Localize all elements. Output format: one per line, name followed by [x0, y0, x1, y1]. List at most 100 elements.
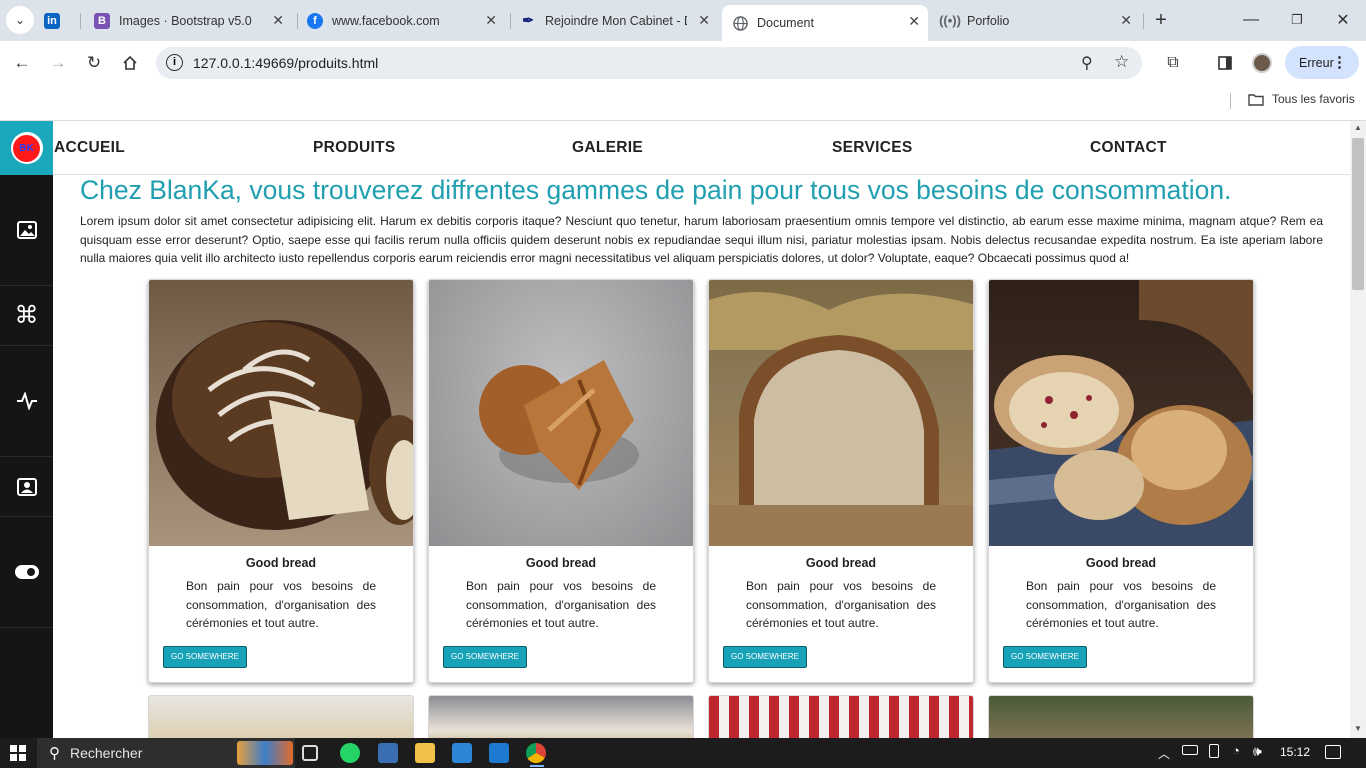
wifi-icon[interactable]: ◔ [1232, 743, 1240, 758]
home-icon [123, 55, 137, 70]
tab-title: Document [757, 16, 814, 30]
tab-portfolio[interactable]: ((•)) Porfolio ✕ [934, 6, 1140, 35]
bread-image [709, 280, 973, 546]
close-tab-icon[interactable]: ✕ [908, 13, 920, 30]
bread-image [989, 280, 1253, 546]
restore-window-button[interactable]: ❐ [1283, 6, 1311, 34]
tab-strip: ⌄ in B Images · Bootstrap v5.0 ✕ f www.f… [0, 0, 1366, 41]
bootstrap-icon: B [94, 12, 110, 29]
facebook-icon: f [307, 12, 323, 29]
nav-link-services[interactable]: SERVICES [832, 139, 913, 157]
product-card-partial [708, 695, 974, 738]
tab-separator [297, 13, 298, 29]
store-icon[interactable] [378, 743, 398, 763]
nav-link-galerie[interactable]: GALERIE [572, 139, 643, 157]
volume-icon[interactable]: 🕪 [1253, 743, 1262, 760]
tab-title: Images · Bootstrap v5.0 [119, 13, 252, 28]
start-button[interactable] [10, 745, 26, 761]
close-tab-icon[interactable]: ✕ [1120, 12, 1132, 29]
bread-image [149, 280, 413, 546]
tab-document[interactable]: Document ✕ [722, 5, 928, 41]
taskbar-clock[interactable]: 15:12 [1280, 745, 1310, 759]
home-button[interactable] [116, 49, 144, 77]
address-bar[interactable]: i 127.0.0.1:49669/produits.html ⚲ ☆ [156, 47, 1142, 79]
new-tab-button[interactable]: + [1147, 6, 1175, 34]
product-card: Good bread Bon pain pour vos besoins de … [708, 279, 974, 683]
notification-icon[interactable] [1325, 745, 1341, 759]
site-logo[interactable]: BK [0, 121, 53, 175]
scroll-down-arrow[interactable]: ▼ [1354, 724, 1362, 733]
tray-chevron-icon[interactable]: ︿ [1158, 745, 1170, 762]
bookmarks-divider [1230, 93, 1231, 109]
forward-button[interactable]: → [44, 49, 72, 77]
scroll-up-arrow[interactable]: ▲ [1354, 123, 1362, 132]
gallery-icon [16, 221, 37, 239]
nav-link-accueil[interactable]: ACCUEIL [54, 139, 125, 157]
go-somewhere-button[interactable]: GO SOMEWHERE [163, 646, 248, 668]
page-scrollbar[interactable]: ▲ ▼ [1350, 121, 1366, 738]
minimize-window-button[interactable]: — [1237, 6, 1265, 34]
photos-icon[interactable] [452, 743, 472, 763]
search-icon: ⚲ [49, 745, 60, 762]
go-somewhere-button[interactable]: GO SOMEWHERE [723, 646, 808, 668]
card-text: Bon pain pour vos besoins de consommatio… [466, 579, 656, 630]
logo-text: BK [13, 134, 40, 162]
reload-button[interactable]: ↻ [80, 49, 108, 77]
card-text: Bon pain pour vos besoins de consommatio… [746, 579, 936, 630]
search-highlight-image [237, 741, 293, 765]
close-tab-icon[interactable]: ✕ [272, 12, 284, 29]
side-panel-icon [1218, 56, 1232, 70]
linkedin-icon: in [44, 12, 60, 29]
sidebar-item-command[interactable]: ⌘ [0, 286, 53, 346]
tab-mon-cabinet[interactable]: ✒ Rejoindre Mon Cabinet - D ✕ [512, 6, 718, 35]
nav-link-produits[interactable]: PRODUITS [313, 139, 396, 157]
url-text[interactable]: 127.0.0.1:49669/produits.html [193, 55, 378, 71]
top-navigation: ACCUEIL PRODUITS GALERIE SERVICES CONTAC… [53, 121, 1350, 175]
sidebar-item-toggle[interactable] [0, 517, 53, 628]
feather-icon: ✒ [522, 12, 534, 28]
card-text: Bon pain pour vos besoins de consommatio… [186, 579, 376, 630]
broadcast-icon: ((•)) [939, 13, 961, 28]
taskbar-search[interactable]: ⚲ Rechercher [37, 738, 295, 768]
tab-search-button[interactable]: ⌄ [6, 6, 34, 34]
product-card-partial [988, 695, 1254, 738]
product-card: Good bread Bon pain pour vos besoins de … [148, 279, 414, 683]
scrollbar-thumb[interactable] [1352, 138, 1364, 290]
battery-icon[interactable] [1182, 745, 1198, 755]
close-tab-icon[interactable]: ✕ [485, 12, 497, 29]
more-menu-icon[interactable]: ⋮ [1332, 53, 1347, 71]
sidebar-item-activity[interactable] [0, 346, 53, 457]
sidebar-item-contact[interactable] [0, 457, 53, 517]
bookmark-star-icon[interactable]: ☆ [1114, 52, 1129, 72]
tab-title: www.facebook.com [332, 13, 440, 28]
file-explorer-icon[interactable] [415, 743, 435, 763]
tab-bootstrap[interactable]: B Images · Bootstrap v5.0 ✕ [86, 6, 292, 35]
task-view-icon[interactable] [302, 745, 318, 761]
vscode-icon[interactable] [489, 743, 509, 763]
tab-separator [80, 13, 81, 29]
whatsapp-icon[interactable] [340, 743, 360, 763]
back-button[interactable]: ← [8, 49, 36, 77]
side-panel-button[interactable] [1211, 49, 1239, 77]
go-somewhere-button[interactable]: GO SOMEWHERE [443, 646, 528, 668]
tab-linkedin[interactable]: in [44, 6, 80, 35]
avatar[interactable] [1248, 49, 1276, 77]
profile-status-text: Erreur [1299, 55, 1334, 70]
go-somewhere-button[interactable]: GO SOMEWHERE [1003, 646, 1088, 668]
site-info-icon[interactable]: i [166, 54, 183, 71]
taskbar-search-placeholder: Rechercher [70, 745, 143, 761]
extensions-button[interactable]: ⧉ [1159, 49, 1187, 77]
tab-separator [510, 13, 511, 29]
device-icon[interactable] [1209, 744, 1219, 758]
sidebar-item-gallery[interactable] [0, 175, 53, 286]
nav-link-contact[interactable]: CONTACT [1090, 139, 1167, 157]
bookmarks-label: Tous les favoris [1272, 92, 1355, 106]
close-tab-icon[interactable]: ✕ [698, 12, 710, 29]
close-window-button[interactable]: ✕ [1329, 6, 1357, 34]
chrome-icon[interactable] [526, 743, 546, 763]
card-title: Good bread [1085, 556, 1157, 570]
zoom-icon[interactable]: ⚲ [1081, 53, 1093, 73]
profile-error-button[interactable]: Erreur ⋮ [1285, 46, 1359, 79]
all-bookmarks-folder[interactable]: Tous les favoris [1248, 92, 1355, 106]
tab-facebook[interactable]: f www.facebook.com ✕ [299, 6, 505, 35]
